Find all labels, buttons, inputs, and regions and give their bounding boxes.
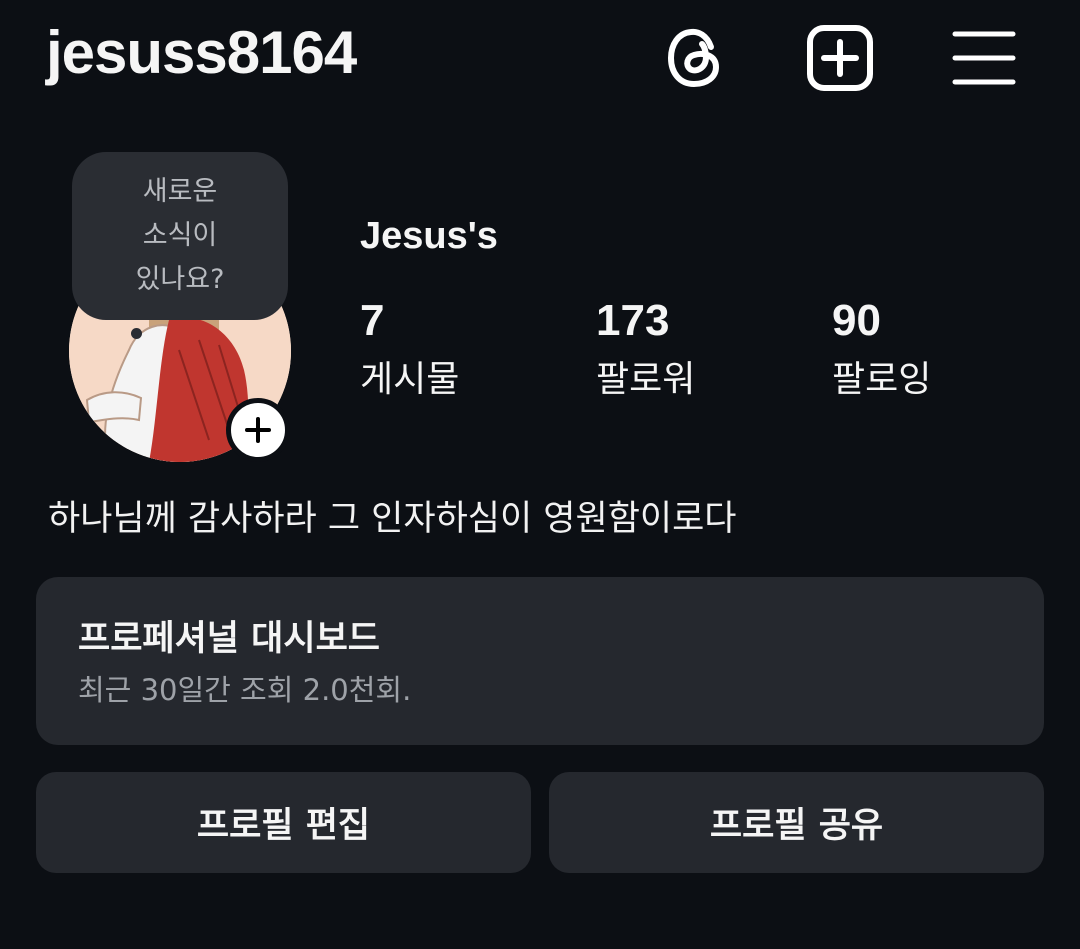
dashboard-subtitle: 최근 30일간 조회 2.0천회. [78,673,412,707]
dashboard-title: 프로페셔널 대시보드 [78,619,380,659]
stat-posts[interactable]: 7 게시물 [360,292,459,410]
stat-following-label: 팔로잉 [832,359,932,400]
note-line-1: 새로운 [142,176,218,207]
note-line-2: 소식이 [142,220,218,251]
note-bubble-tail [131,328,142,339]
stat-posts-count: 7 [360,296,385,345]
stat-followers-count: 173 [596,296,670,345]
add-post-icon[interactable] [804,22,876,94]
stat-followers-label: 팔로워 [596,359,696,400]
stat-posts-label: 게시물 [360,359,460,400]
note-bubble[interactable]: 새로운 소식이 있나요? [72,152,288,320]
display-name: Jesus's [360,215,498,257]
stat-following-count: 90 [832,296,881,345]
threads-icon[interactable] [660,22,732,94]
edit-profile-button[interactable]: 프로필 편집 [36,772,531,873]
menu-icon[interactable] [948,22,1020,94]
note-line-3: 있나요? [135,264,225,295]
professional-dashboard-card[interactable]: 프로페셔널 대시보드 최근 30일간 조회 2.0천회. [36,577,1044,745]
username-title[interactable]: jesuss8164 [46,18,357,87]
plus-icon [245,417,271,443]
share-profile-button[interactable]: 프로필 공유 [549,772,1044,873]
stat-following[interactable]: 90 팔로잉 [832,292,931,410]
add-story-button[interactable] [226,398,290,462]
stat-followers[interactable]: 173 팔로워 [596,292,695,410]
profile-screen: jesuss8164 새로운 소식이 있나요? Jesus's 7 게시물 17… [0,0,1080,949]
bio-text: 하나님께 감사하라 그 인자하심이 영원함이로다 [48,499,737,539]
